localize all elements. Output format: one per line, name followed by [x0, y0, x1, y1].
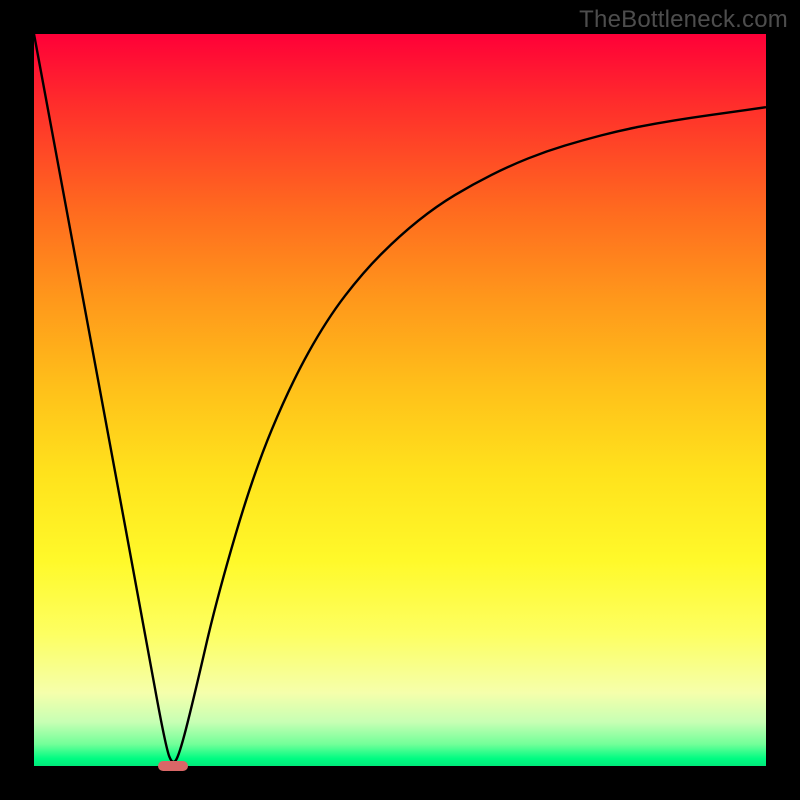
- chart-frame: TheBottleneck.com: [0, 0, 800, 800]
- curve-path: [34, 34, 766, 762]
- watermark-text: TheBottleneck.com: [579, 6, 788, 34]
- optimal-marker: [158, 761, 187, 772]
- bottleneck-curve: [34, 34, 766, 766]
- plot-area: [34, 34, 766, 766]
